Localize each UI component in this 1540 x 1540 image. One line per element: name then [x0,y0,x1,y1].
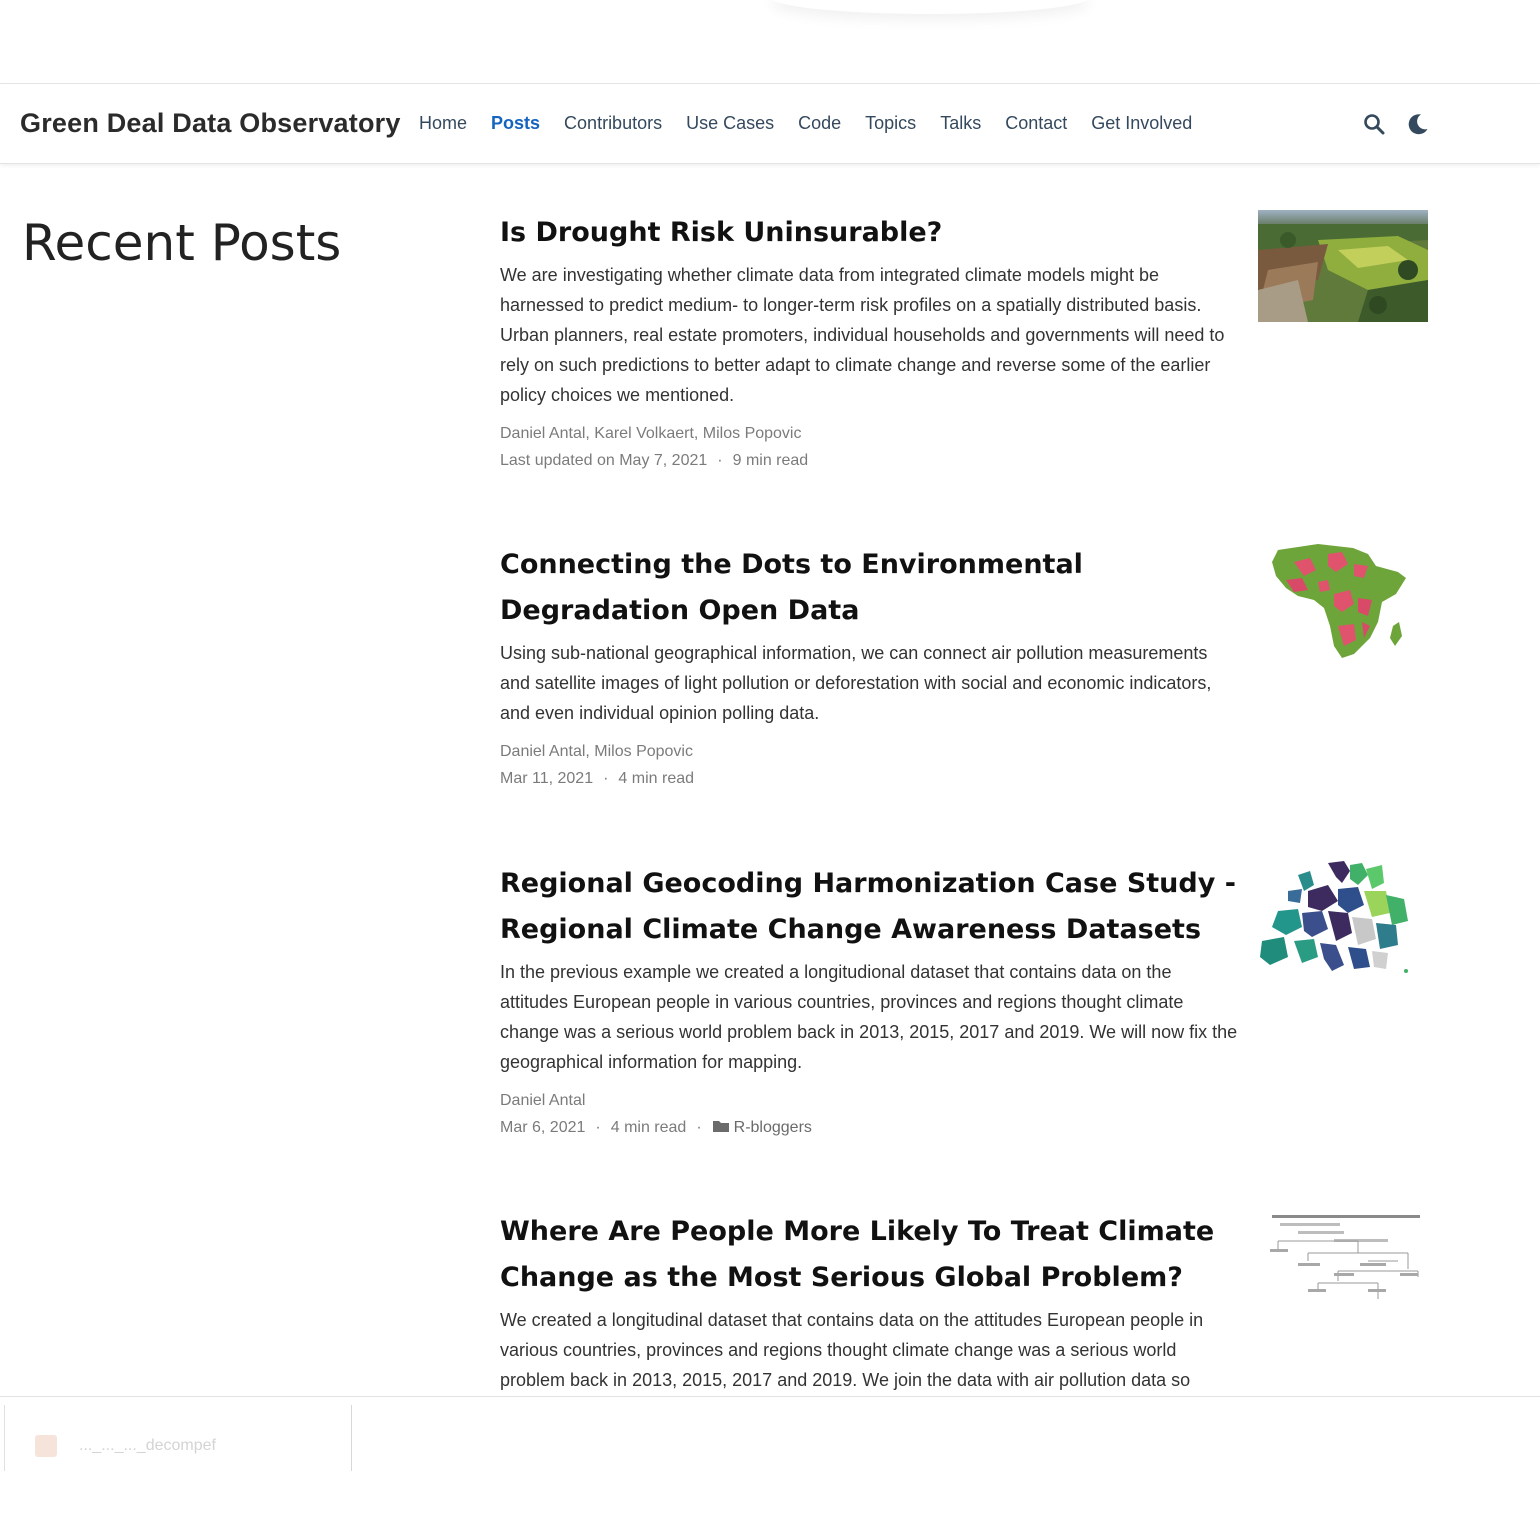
nav-link-use-cases[interactable]: Use Cases [686,113,774,134]
nav-icons [1362,112,1430,136]
site-brand[interactable]: Green Deal Data Observatory [20,108,401,139]
post-date: Mar 6, 2021 [500,1119,586,1136]
browser-top-strip [0,0,1540,84]
meta-separator: · [595,1119,601,1136]
post-read-time: 4 min read [618,770,695,787]
nav-link-contact[interactable]: Contact [1005,113,1067,134]
post-thumbnail-europe-map[interactable] [1258,861,1428,976]
post-summary: In the previous example we created a lon… [500,962,1238,1072]
post-read-time: 4 min read [610,1119,687,1136]
post-title[interactable]: Regional Geocoding Harmonization Case St… [500,861,1240,953]
site-navbar: Green Deal Data Observatory Home Posts C… [0,84,1540,164]
nav-link-code[interactable]: Code [798,113,841,134]
post-meta: Daniel Antal, Milos Popovic Mar 11, 2021… [500,738,1430,792]
post-thumbnail-classification-tree[interactable] [1258,1209,1428,1305]
folder-icon [712,1119,734,1136]
nav-link-talks[interactable]: Talks [940,113,981,134]
post-authors[interactable]: Daniel Antal, Karel Volkaert, Milos Popo… [500,420,1430,447]
post-title[interactable]: Where Are People More Likely To Treat Cl… [500,1209,1240,1301]
nav-link-get-involved[interactable]: Get Involved [1091,113,1192,134]
post-read-time: 9 min read [732,452,809,469]
nav-link-contributors[interactable]: Contributors [564,113,662,134]
post-thumbnail-aerial-landscape[interactable] [1258,210,1428,322]
post-meta: Daniel Antal, Karel Volkaert, Milos Popo… [500,420,1430,474]
post-thumbnail-africa-map[interactable] [1258,542,1428,662]
post-date: Last updated on May 7, 2021 [500,452,708,469]
nav-link-home[interactable]: Home [419,113,467,134]
post-authors[interactable]: Daniel Antal, Milos Popovic [500,738,1430,765]
meta-separator: · [696,1119,702,1136]
post-date: Mar 11, 2021 [500,770,594,787]
post-title[interactable]: Is Drought Risk Uninsurable? [500,210,1240,256]
page-title: Recent Posts [22,214,342,272]
browser-popup-shadow [770,0,1090,14]
browser-download-bar: ..._..._..._decompef [0,1396,1540,1540]
file-icon [35,1435,57,1457]
download-item-label: ..._..._..._decompef [79,1437,216,1454]
download-item[interactable]: ..._..._..._decompef [4,1405,352,1471]
post-meta: Daniel Antal Mar 6, 2021 · 4 min read · R-bl… [500,1087,1430,1141]
search-icon[interactable] [1362,112,1386,136]
post-category-link[interactable]: R-bloggers [734,1119,812,1136]
meta-separator: · [717,452,723,469]
nav-links: Home Posts Contributors Use Cases Code T… [419,113,1192,134]
post-summary: Using sub-national geographical informat… [500,643,1212,723]
post-item: Is Drought Risk Uninsurable? We are inve… [500,210,1430,474]
post-item: Where Are People More Likely To Treat Cl… [500,1209,1430,1395]
post-authors[interactable]: Daniel Antal [500,1087,1430,1114]
post-item: Regional Geocoding Harmonization Case St… [500,861,1430,1141]
post-title[interactable]: Connecting the Dots to Environmental Deg… [500,542,1240,634]
nav-link-posts[interactable]: Posts [491,113,540,134]
post-summary: We created a longitudinal dataset that c… [500,1310,1204,1390]
nav-link-topics[interactable]: Topics [865,113,916,134]
moon-icon[interactable] [1406,112,1430,136]
post-item: Connecting the Dots to Environmental Deg… [500,542,1430,792]
post-summary: We are investigating whether climate dat… [500,265,1225,405]
meta-separator: · [603,770,609,787]
